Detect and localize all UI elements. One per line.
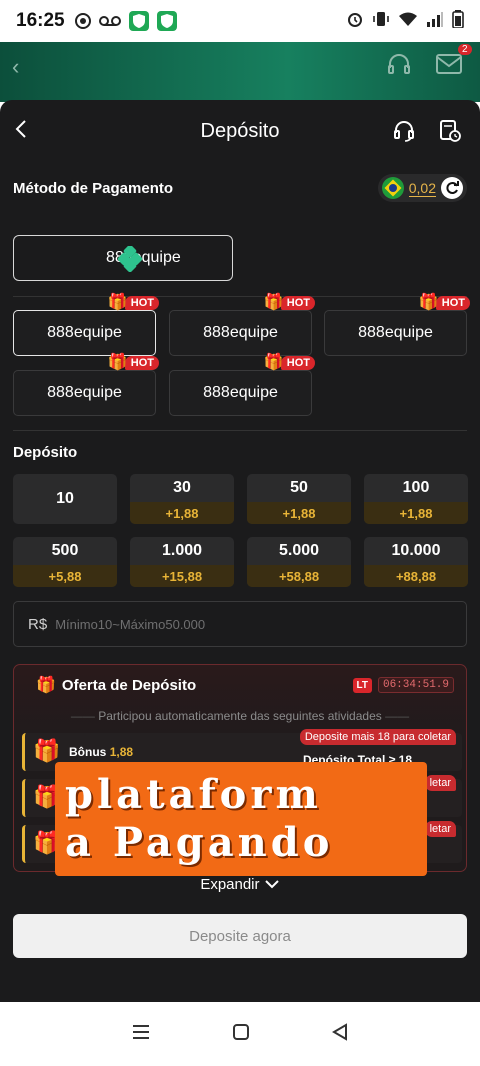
method-option-label: 888equipe <box>47 324 122 341</box>
hot-badge: 🎁 HOT <box>108 355 159 371</box>
amount-option-5000[interactable]: 5.000 +58,88 <box>247 537 351 587</box>
hot-badge: 🎁 HOT <box>264 355 315 371</box>
gift-icon: 🎁 <box>418 294 439 311</box>
method-option-label: 888equipe <box>203 324 278 341</box>
amount-option-500[interactable]: 500 +5,88 <box>13 537 117 587</box>
gift-box-icon: 🎁 <box>33 738 61 763</box>
voicemail-icon <box>98 15 121 27</box>
activity-tag: letar <box>424 775 456 791</box>
brazil-flag-icon <box>381 177 404 199</box>
activity-tag: Deposite mais 18 para coletar <box>299 729 456 745</box>
amount-option-1000[interactable]: 1.000 +15,88 <box>130 537 234 587</box>
notification-badge: 2 <box>458 44 472 55</box>
signal-icon <box>426 11 444 32</box>
background-back-icon: ‹ <box>12 54 20 79</box>
bonus-label: +88,88 <box>364 565 468 587</box>
method-option-4[interactable]: 888equipe 🎁 HOT <box>13 355 159 416</box>
offer-title: Oferta de Depósito <box>61 676 197 694</box>
menu-icon[interactable] <box>131 1024 151 1045</box>
back-button[interactable] <box>14 118 28 145</box>
bonus-label: +1,88 <box>364 502 468 524</box>
expand-button[interactable]: Expandir <box>0 876 480 893</box>
status-bar: 16:25 <box>0 0 480 42</box>
activity-tag: letar <box>424 821 456 837</box>
deposit-label: Depósito <box>13 444 78 461</box>
shield-app-icon <box>128 11 149 31</box>
vibrate-icon <box>372 10 390 33</box>
home-icon[interactable] <box>232 1023 250 1046</box>
gift-icon: 🎁 <box>263 354 284 371</box>
support-icon[interactable] <box>392 119 416 148</box>
currency-label: R$ <box>28 615 48 633</box>
limited-time-badge: LT 06:34:51.9 <box>352 677 454 693</box>
background-support-icon <box>386 52 412 83</box>
promo-overlay: plataform a Pagando <box>55 762 427 876</box>
selected-payment-method[interactable]: 888equipe <box>13 235 233 281</box>
balance-pill: 0,02 <box>377 174 467 202</box>
deposit-now-button[interactable]: Deposite agora <box>13 914 467 958</box>
amount-option-100[interactable]: 100 +1,88 <box>364 474 468 524</box>
amount-option-10[interactable]: 10 <box>13 474 117 524</box>
amount-option-30[interactable]: 30 +1,88 <box>130 474 234 524</box>
shield-app-icon-2 <box>156 11 177 31</box>
sheet-header: Depósito <box>0 100 480 162</box>
bonus-label: +1,88 <box>130 502 234 524</box>
background-mail-icon <box>436 54 462 81</box>
offer-subtitle: Participou automaticamente das seguintes… <box>98 709 382 723</box>
bonus-label: +15,88 <box>130 565 234 587</box>
method-option-2[interactable]: 888equipe 🎁 HOT <box>169 295 315 356</box>
bonus-value: 1,88 <box>109 745 134 759</box>
page-title: Depósito <box>200 119 280 142</box>
countdown-timer: 06:34:51.9 <box>377 677 454 693</box>
gift-icon: 🎁 <box>107 294 128 311</box>
lt-label: LT <box>352 677 372 693</box>
method-option-5[interactable]: 888equipe 🎁 HOT <box>169 355 315 416</box>
refresh-icon[interactable] <box>441 177 463 199</box>
gift-icon: 🎁 <box>107 354 128 371</box>
battery-icon <box>452 9 464 33</box>
method-option-1[interactable]: 888equipe 🎁 HOT <box>13 295 159 356</box>
history-icon[interactable] <box>438 119 462 148</box>
method-option-label: 888equipe <box>47 384 122 401</box>
hot-badge: 🎁 HOT <box>264 295 315 311</box>
alarm-icon <box>346 10 364 33</box>
back-nav-icon[interactable] <box>331 1022 349 1046</box>
divider <box>13 296 467 297</box>
amount-option-50[interactable]: 50 +1,88 <box>247 474 351 524</box>
chevron-down-icon <box>264 876 280 893</box>
method-option-label: 888equipe <box>358 324 433 341</box>
payment-logo-icon <box>116 244 144 277</box>
bonus-label: +58,88 <box>247 565 351 587</box>
promo-line-1: plataform <box>65 771 322 818</box>
promo-line-2: a Pagando <box>65 819 334 866</box>
hot-badge: 🎁 HOT <box>419 295 470 311</box>
payment-method-row: Método de Pagamento 0,02 <box>0 162 480 214</box>
bonus-label: +5,88 <box>13 565 117 587</box>
hot-badge: 🎁 HOT <box>108 295 159 311</box>
payment-method-label: Método de Pagamento <box>13 179 174 197</box>
bonus-label: Bônus <box>69 745 107 759</box>
background-header: ‹ 2 <box>0 42 480 102</box>
chrome-icon <box>74 13 91 29</box>
gift-icon: 🎁 <box>36 677 56 694</box>
method-option-3[interactable]: 888equipe 🎁 HOT <box>324 295 470 356</box>
bonus-label: +1,88 <box>247 502 351 524</box>
system-nav-bar <box>0 1002 480 1066</box>
amount-input[interactable] <box>55 616 436 632</box>
balance-amount: 0,02 <box>408 179 436 197</box>
amount-input-field[interactable]: R$ <box>13 601 467 647</box>
gift-icon: 🎁 <box>263 294 284 311</box>
divider <box>13 430 467 431</box>
status-time: 16:25 <box>16 10 65 31</box>
method-option-label: 888equipe <box>203 384 278 401</box>
amount-option-10000[interactable]: 10.000 +88,88 <box>364 537 468 587</box>
wifi-icon <box>398 11 418 32</box>
